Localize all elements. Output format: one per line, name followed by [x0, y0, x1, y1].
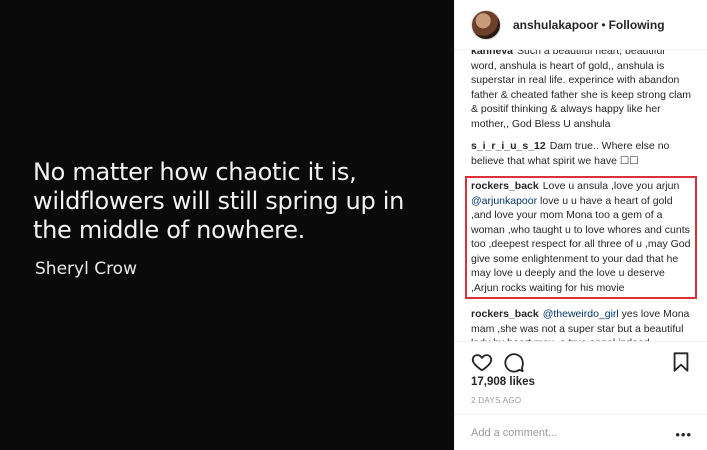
post-side-panel: anshulakapoor • Following kanneva Such a be…: [454, 0, 707, 450]
following-button[interactable]: Following: [609, 18, 665, 32]
comment-username[interactable]: s_i_r_i_u_s_12: [471, 140, 546, 152]
avatar[interactable]: [471, 9, 501, 40]
heart-icon[interactable]: [471, 351, 493, 373]
comment: kanneva Such a beautiful heart, beautiful…: [471, 50, 692, 131]
add-comment-bar: •••: [455, 414, 707, 450]
comment-text: Such a beautiful heart, beautiful word, …: [471, 50, 692, 130]
comment-text: love u u have a heart of gold ,and love …: [471, 194, 691, 294]
add-comment-input[interactable]: [471, 426, 671, 439]
bookmark-icon[interactable]: [670, 351, 692, 373]
more-options-icon[interactable]: •••: [675, 427, 692, 442]
header-separator: •: [601, 17, 606, 32]
post-image: No matter how chaotic it is, wildflowers…: [0, 0, 454, 450]
post-date: 2 DAYS AGO: [471, 396, 522, 405]
quote-author: Sheryl Crow: [35, 259, 137, 279]
comment-text: Love u ansula ,love you arjun: [542, 180, 680, 192]
comment-username[interactable]: rockers_back: [471, 308, 539, 320]
highlighted-comment: rockers_back Love u ansula ,love you arju…: [465, 176, 697, 299]
comment-username[interactable]: kanneva: [471, 50, 513, 57]
post-header: anshulakapoor • Following: [455, 0, 707, 50]
comment-mention[interactable]: @theweirdo_girl: [543, 308, 619, 320]
comment-icon[interactable]: [503, 351, 525, 373]
quote-text: No matter how chaotic it is, wildflowers…: [33, 158, 405, 244]
comment: rockers_back @theweirdo_girl yes love Mon…: [471, 307, 692, 341]
like-count[interactable]: 17,908 likes: [471, 376, 535, 388]
comments-list[interactable]: kanneva Such a beautiful heart, beautiful…: [455, 50, 707, 341]
post-actions: [455, 341, 707, 381]
header-text: anshulakapoor • Following: [513, 18, 665, 32]
comment: s_i_r_i_u_s_12 Dam true.. Where else no b…: [471, 139, 692, 168]
comment-mention[interactable]: @arjunkapoor: [471, 195, 537, 207]
comment-username[interactable]: rockers_back: [471, 180, 539, 192]
header-username[interactable]: anshulakapoor: [513, 18, 598, 32]
